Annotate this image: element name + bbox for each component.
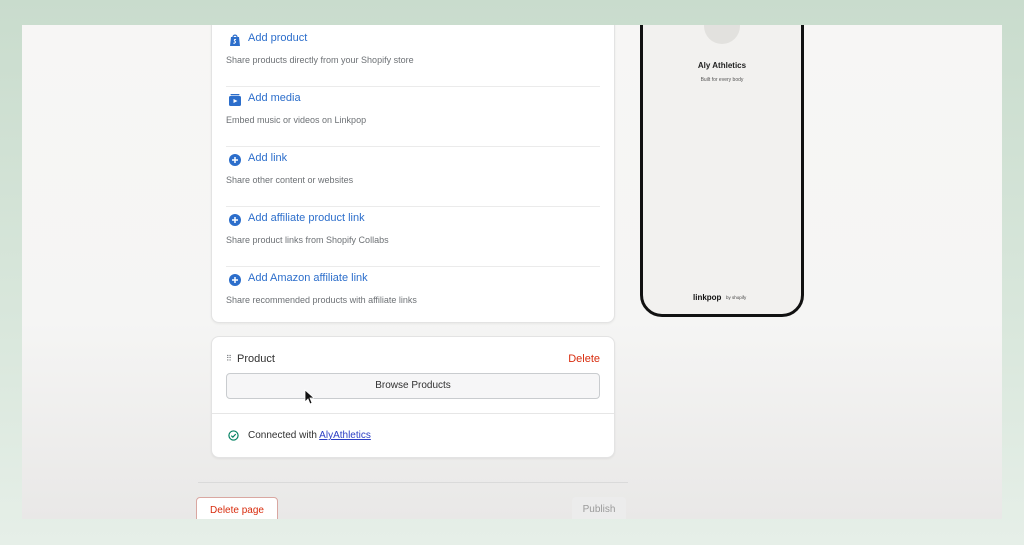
linkpop-logo: linkpop	[693, 293, 722, 302]
store-avatar	[704, 25, 740, 44]
check-circle-icon	[228, 430, 239, 441]
preview-tagline: Built for every body	[700, 77, 744, 83]
add-link-option[interactable]: Add link Share other content or websites	[226, 146, 600, 207]
add-product-title[interactable]: Add product	[248, 32, 307, 44]
drag-handle-icon[interactable]: ⠿	[226, 354, 232, 363]
footer-divider	[198, 482, 628, 483]
add-amazon-link-title[interactable]: Add Amazon affiliate link	[248, 272, 368, 284]
product-block-title: Product	[237, 353, 275, 365]
add-product-option[interactable]: Add product Share products directly from…	[226, 26, 600, 87]
publish-button[interactable]: Publish	[572, 497, 626, 519]
browse-products-button[interactable]: Browse Products	[226, 373, 600, 399]
plus-circle-icon	[229, 274, 241, 286]
shopify-bag-icon	[230, 34, 240, 46]
linkpop-logo-sub: by shopify	[726, 295, 747, 300]
add-product-description: Share products directly from your Shopif…	[226, 55, 414, 65]
add-media-title[interactable]: Add media	[248, 92, 301, 104]
add-link-title[interactable]: Add link	[248, 152, 287, 164]
add-amazon-link-option[interactable]: Add Amazon affiliate link Share recommen…	[226, 266, 600, 326]
add-affiliate-link-description: Share product links from Shopify Collabs	[226, 235, 389, 245]
add-amazon-link-description: Share recommended products with affiliat…	[226, 295, 417, 305]
mouse-cursor-icon	[304, 389, 314, 405]
delete-block-button[interactable]: Delete	[568, 353, 600, 365]
add-affiliate-link-title[interactable]: Add affiliate product link	[248, 212, 365, 224]
connection-prefix: Connected with	[248, 430, 317, 441]
phone-preview: Aly Athletics Built for every body linkp…	[640, 25, 804, 317]
product-block-card: ⠿ Product Delete Browse Products Connect…	[211, 336, 615, 458]
preview-store-name: Aly Athletics	[697, 61, 747, 70]
add-block-card: Add product Share products directly from…	[211, 25, 615, 323]
app-screen: Add product Share products directly from…	[22, 25, 1002, 519]
plus-circle-icon	[229, 214, 241, 226]
media-icon	[229, 94, 241, 106]
add-link-description: Share other content or websites	[226, 175, 354, 185]
add-affiliate-link-option[interactable]: Add affiliate product link Share product…	[226, 206, 600, 267]
add-media-option[interactable]: Add media Embed music or videos on Linkp…	[226, 86, 600, 147]
plus-circle-icon	[229, 154, 241, 166]
divider	[212, 413, 614, 414]
connected-store-link[interactable]: AlyAthletics	[319, 430, 371, 441]
add-media-description: Embed music or videos on Linkpop	[226, 115, 367, 125]
delete-page-button[interactable]: Delete page	[196, 497, 278, 519]
connection-status: Connected with AlyAthletics	[248, 430, 371, 441]
